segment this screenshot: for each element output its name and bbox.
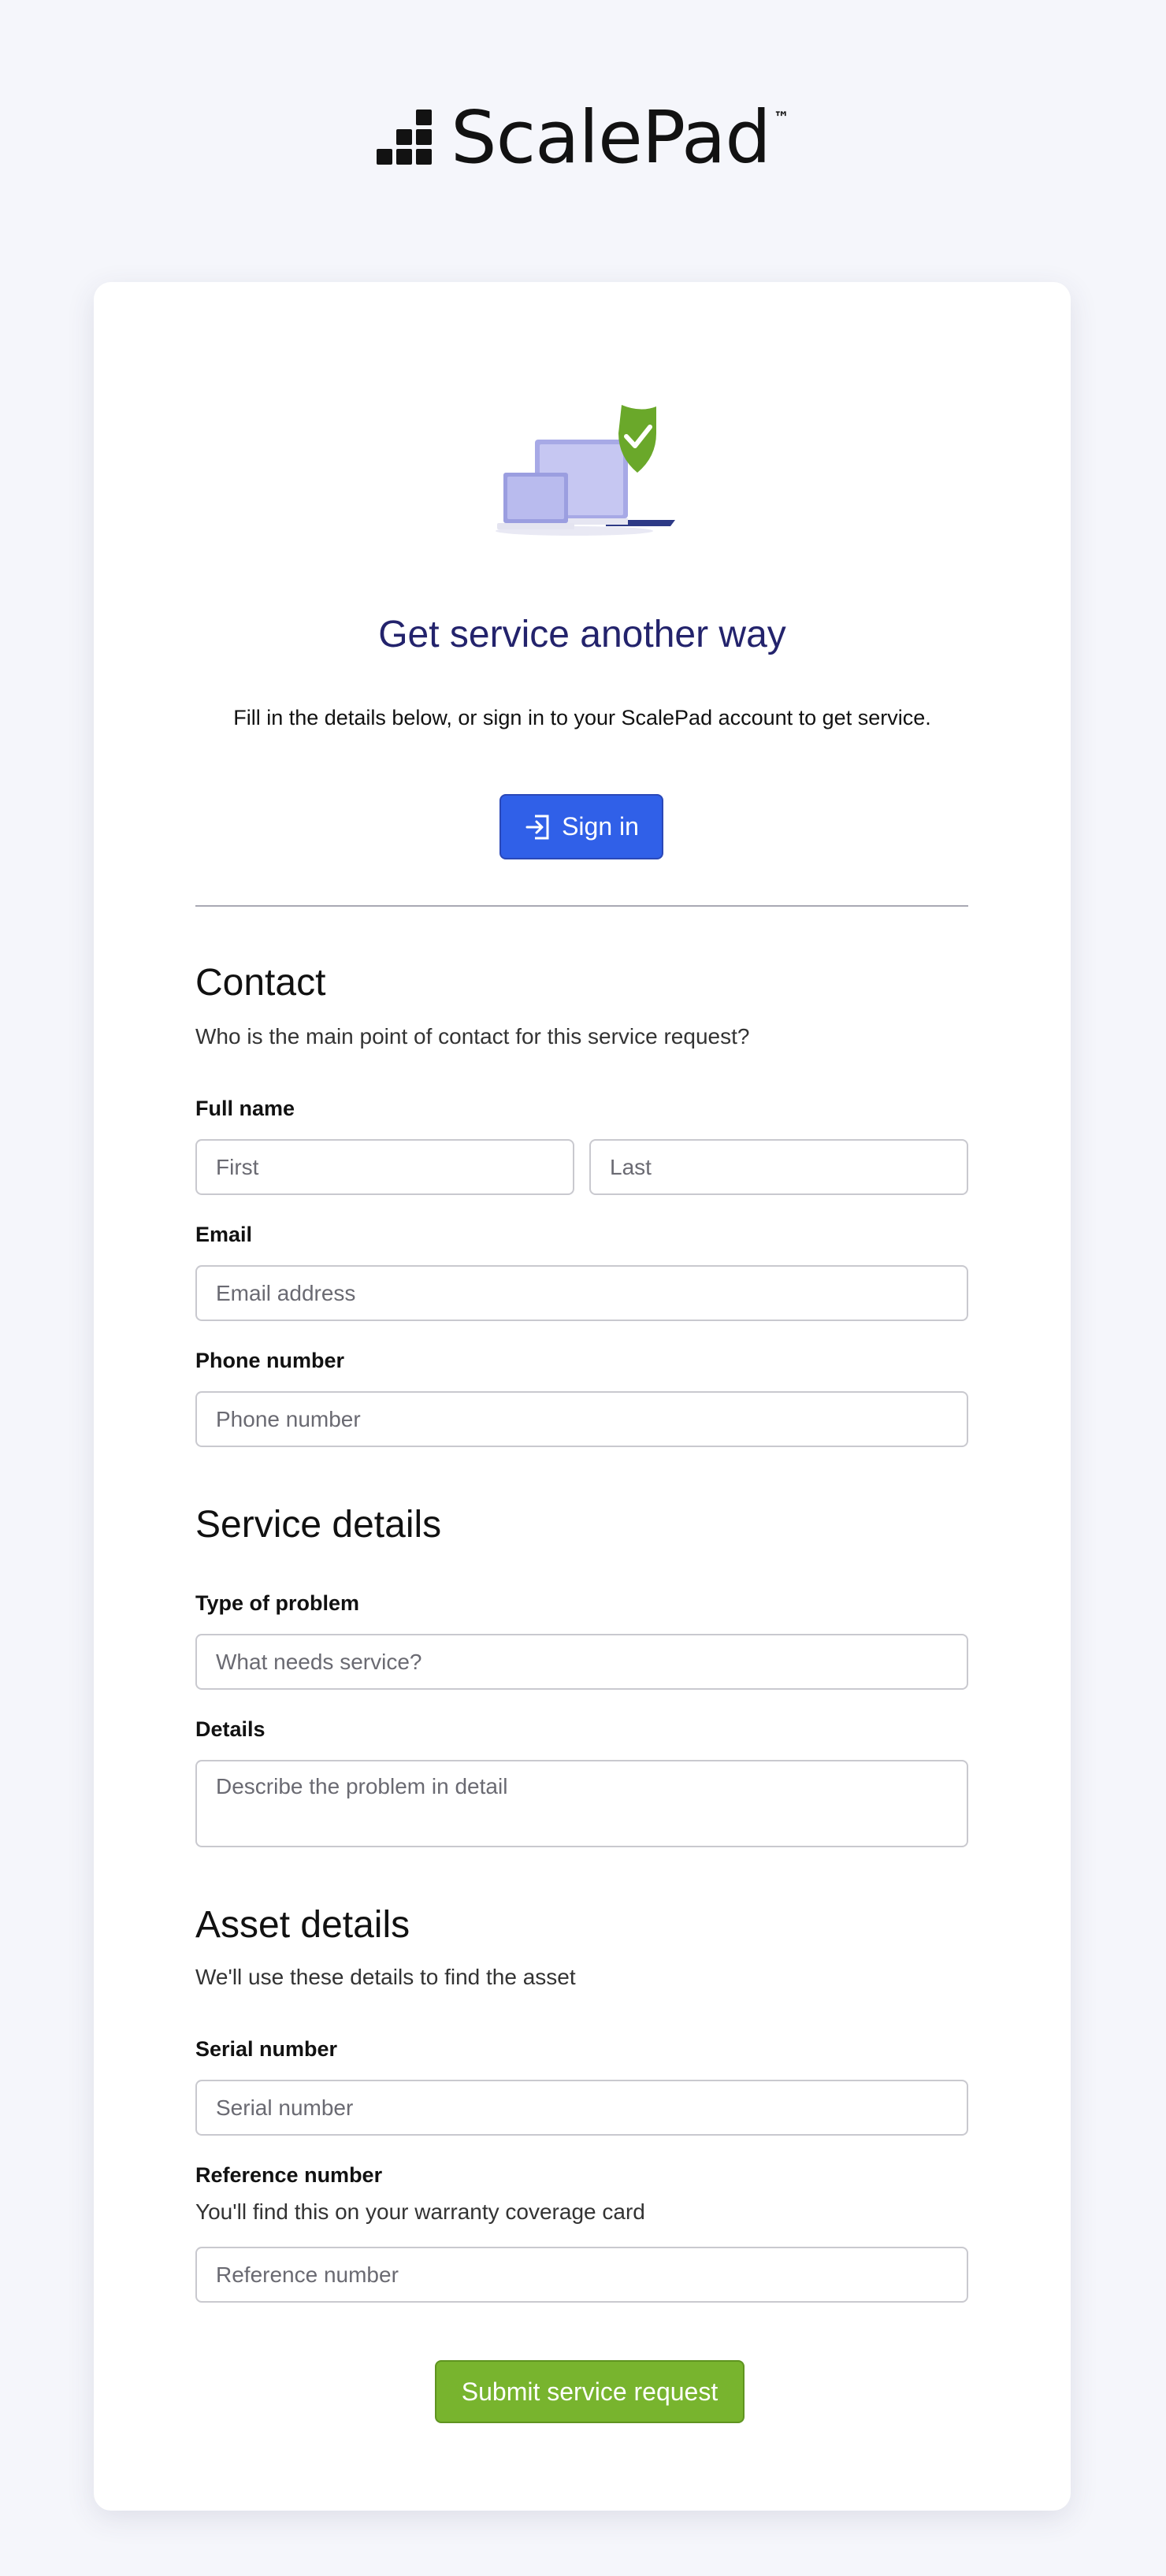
devices-shield-icon [496,405,675,536]
sign-in-button[interactable]: Sign in [499,794,663,859]
email-label: Email [195,1223,253,1246]
phone-label: Phone number [195,1349,345,1372]
full-name-label: Full name [195,1097,295,1120]
first-name-input[interactable] [195,1139,574,1195]
scalepad-logo-mark-icon [377,109,433,165]
problem-type-label: Type of problem [195,1591,360,1615]
serial-number-label: Serial number [195,2037,338,2061]
brand-name: ScalePad [451,95,771,180]
last-name-input[interactable] [589,1139,968,1195]
submit-service-request-button[interactable]: Submit service request [435,2360,745,2423]
page-subtitle: Fill in the details below, or sign in to… [233,706,931,729]
phone-input[interactable] [195,1391,968,1447]
details-label: Details [195,1717,266,1741]
service-section-title: Service details [195,1504,442,1546]
section-divider [195,905,968,907]
serial-number-input[interactable] [195,2080,968,2136]
email-input[interactable] [195,1265,968,1321]
scalepad-logo: ScalePad ™ [377,98,789,177]
problem-type-input[interactable] [195,1634,968,1690]
reference-number-input[interactable] [195,2247,968,2303]
asset-section-title: Asset details [195,1904,410,1946]
submit-label: Submit service request [461,2377,719,2406]
reference-number-help: You'll find this on your warranty covera… [195,2199,645,2224]
reference-number-label: Reference number [195,2163,383,2187]
details-textarea[interactable] [195,1760,968,1847]
sign-in-label: Sign in [562,812,639,841]
contact-section-description: Who is the main point of contact for thi… [195,1024,750,1049]
contact-section-title: Contact [195,962,326,1004]
devices-shield-illustration [94,402,1071,544]
logo-header: ScalePad ™ [0,98,1166,177]
page-title: Get service another way [378,614,786,655]
trademark-symbol: ™ [773,108,789,127]
service-request-card: Get service another way Fill in the deta… [94,282,1071,2511]
asset-section-description: We'll use these details to find the asse… [195,1965,576,1989]
sign-in-icon [525,815,549,839]
